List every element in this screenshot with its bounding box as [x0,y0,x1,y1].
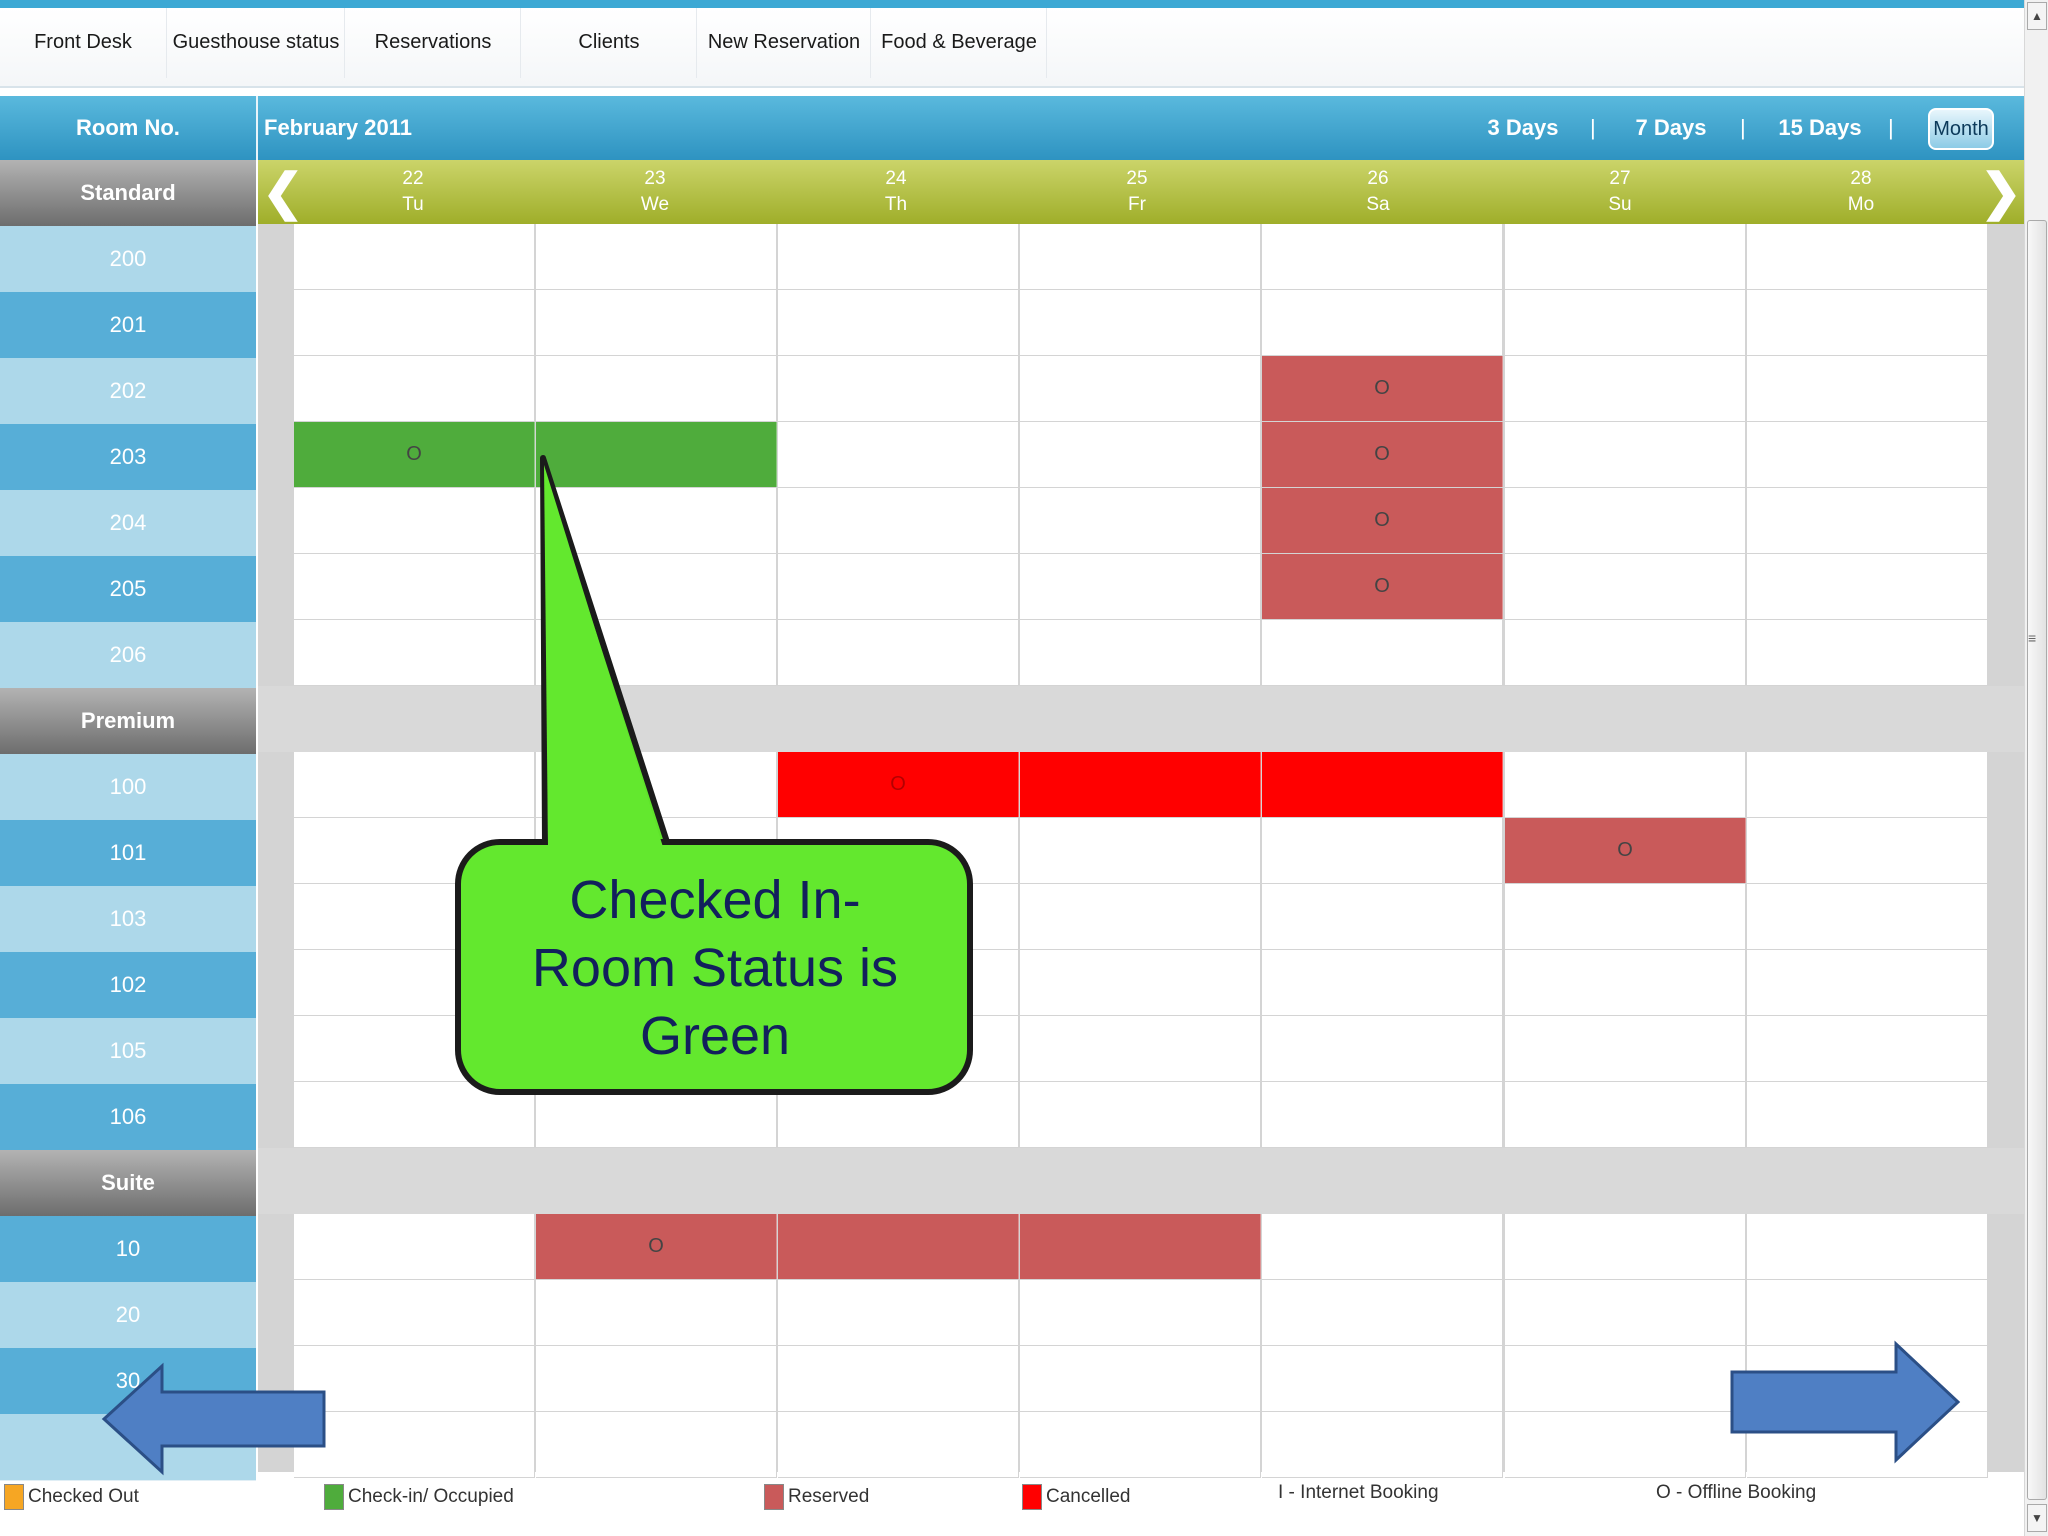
legend-label: Reserved [788,1486,870,1507]
callout-bubble-shape [455,455,973,1095]
legend-check-in: Check-in/ Occupied [324,1482,514,1512]
forward-slide-arrow-icon[interactable] [1728,1340,1964,1466]
scroll-down-icon[interactable]: ▼ [2027,1504,2047,1532]
legend-label: Check-in/ Occupied [348,1486,514,1507]
legend-reserved: Reserved [764,1482,869,1512]
scrollbar-thumb[interactable] [2027,220,2047,1500]
legend-offline-booking: O - Offline Booking [1656,1482,1817,1503]
cancelled-swatch [1022,1483,1042,1510]
back-slide-arrow-icon[interactable] [100,1360,330,1480]
callout-line: Room Status is [531,937,899,998]
vertical-scrollbar[interactable]: ▲ ≡ ▼ [2024,0,2048,1536]
legend-cancelled: Cancelled [1022,1482,1131,1512]
scrollbar-grip-icon: ≡ [2028,630,2037,646]
scroll-up-icon[interactable]: ▲ [2027,2,2047,30]
reserved-swatch [764,1483,784,1510]
legend-label: Cancelled [1046,1486,1131,1507]
checked-out-swatch [4,1483,24,1510]
callout-line: Green [639,1005,791,1066]
legend-internet-booking: I - Internet Booking [1278,1482,1439,1503]
check-in-swatch [324,1483,344,1510]
legend-label: Checked Out [28,1486,139,1507]
callout-line: Checked In- [569,869,861,930]
legend-checked-out: Checked Out [4,1482,139,1512]
callout-text: Checked In- Room Status is Green [460,845,970,1090]
status-legend: Checked Out Check-in/ Occupied Reserved … [0,1472,2024,1536]
